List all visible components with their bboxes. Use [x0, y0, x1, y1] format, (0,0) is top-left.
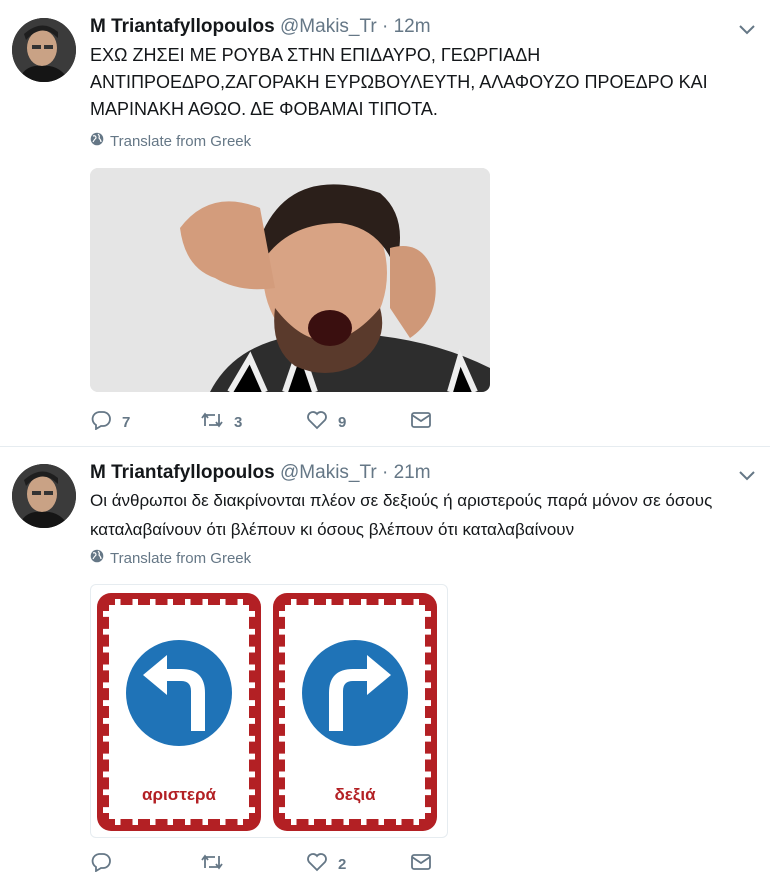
- translate-label: Translate from Greek: [110, 549, 252, 567]
- translate-label: Translate from Greek: [110, 132, 252, 150]
- dm-button[interactable]: [410, 853, 432, 875]
- reply-count: 7: [122, 413, 131, 431]
- tweet-header: M Triantafyllopoulos @Makis_Tr · 21m: [90, 462, 431, 484]
- like-icon: [306, 852, 328, 876]
- turn-right-icon: [297, 635, 413, 751]
- like-count: 9: [338, 413, 347, 431]
- separator: ·: [382, 16, 389, 37]
- tweet-header: M Triantafyllopoulos @Makis_Tr · 12m: [90, 16, 431, 38]
- reply-icon: [90, 410, 112, 434]
- timestamp[interactable]: 12m: [394, 16, 431, 37]
- chevron-down-icon[interactable]: [736, 18, 758, 40]
- separator: ·: [382, 462, 389, 483]
- retweet-button[interactable]: [200, 852, 306, 876]
- translate-link[interactable]: Translate from Greek: [90, 549, 251, 567]
- right-sign-label: δεξιά: [334, 785, 376, 804]
- chevron-down-icon[interactable]: [736, 464, 758, 486]
- timestamp[interactable]: 21m: [394, 462, 431, 483]
- author-handle[interactable]: @Makis_Tr: [280, 462, 377, 483]
- tweet-photo[interactable]: [90, 168, 490, 392]
- dm-icon: [410, 411, 432, 433]
- tweet-photo[interactable]: αριστερά δεξιά: [90, 584, 448, 838]
- right-sign: δεξιά: [273, 593, 437, 831]
- turn-left-icon: [121, 635, 237, 751]
- retweet-icon: [200, 410, 224, 434]
- retweet-count: 3: [234, 413, 243, 431]
- like-button[interactable]: 9: [306, 410, 410, 434]
- avatar[interactable]: [12, 464, 76, 528]
- dm-icon: [410, 853, 432, 875]
- left-sign-label: αριστερά: [142, 785, 216, 804]
- like-button[interactable]: 2: [306, 852, 410, 876]
- dm-button[interactable]: [410, 411, 432, 433]
- reply-button[interactable]: 7: [90, 410, 200, 434]
- globe-icon: [90, 132, 104, 150]
- tweet-text: ΕΧΩ ΖΗΣΕΙ ΜΕ ΡΟΥΒΑ ΣΤΗΝ ΕΠΙΔΑΥΡΟ, ΓΕΩΡΓΙ…: [90, 45, 708, 119]
- like-count: 2: [338, 855, 347, 873]
- retweet-icon: [200, 852, 224, 876]
- author-handle[interactable]: @Makis_Tr: [280, 16, 377, 37]
- like-icon: [306, 410, 328, 434]
- translate-link[interactable]: Translate from Greek: [90, 132, 251, 150]
- tweet-text: Οι άνθρωποι δε διακρίνονται πλέον σε δεξ…: [90, 491, 713, 539]
- reply-button[interactable]: [90, 852, 200, 876]
- author-name[interactable]: M Triantafyllopoulos: [90, 16, 275, 37]
- globe-icon: [90, 549, 104, 567]
- left-sign: αριστερά: [97, 593, 261, 831]
- author-name[interactable]: M Triantafyllopoulos: [90, 462, 275, 483]
- retweet-button[interactable]: 3: [200, 410, 306, 434]
- avatar[interactable]: [12, 18, 76, 82]
- tweet-actions: 2: [90, 852, 432, 876]
- reply-icon: [90, 852, 112, 876]
- tweet-actions: 7 3 9: [90, 410, 432, 434]
